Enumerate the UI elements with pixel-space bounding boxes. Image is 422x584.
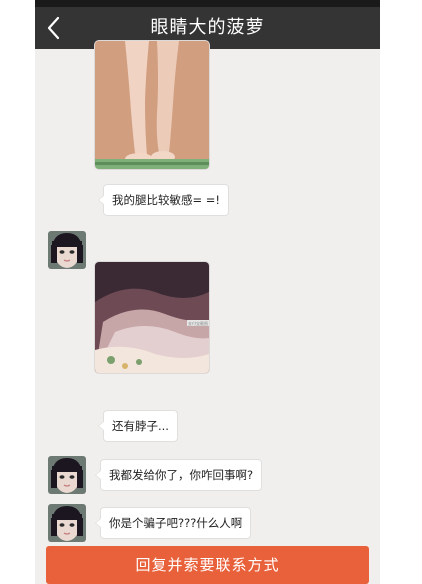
- message-image-neck[interactable]: 支付宝截图: [94, 261, 210, 374]
- page-title: 眼睛大的菠萝: [150, 17, 265, 38]
- message-text: 你是个骗子吧???什么人啊: [94, 507, 252, 539]
- message-text-content: 还有脖子...: [112, 419, 169, 433]
- message-image-legs[interactable]: [94, 40, 210, 170]
- reply-button-label: 回复并索要联系方式: [135, 556, 280, 574]
- message-text: 我都发给你了，你咋回事啊?: [94, 459, 263, 491]
- avatar[interactable]: [48, 456, 86, 494]
- photo-watermark: 支付宝截图: [188, 320, 208, 326]
- avatar[interactable]: [48, 504, 86, 542]
- reply-request-contact-button[interactable]: 回复并索要联系方式: [46, 546, 369, 584]
- message-text: 我的腿比较敏感= =!: [97, 184, 230, 216]
- message-text-content: 我都发给你了，你咋回事啊?: [109, 468, 254, 482]
- avatar[interactable]: [48, 231, 86, 269]
- message-text-content: 我的腿比较敏感= =!: [112, 193, 221, 207]
- message-text: 还有脖子...: [98, 410, 178, 442]
- status-bar: [35, 0, 380, 7]
- phone-screen: 眼睛大的菠萝 我的腿比较敏感= =! 支付宝截图 还有脖子... 我都发给你了，…: [35, 0, 380, 584]
- message-text-content: 你是个骗子吧???什么人啊: [109, 516, 243, 530]
